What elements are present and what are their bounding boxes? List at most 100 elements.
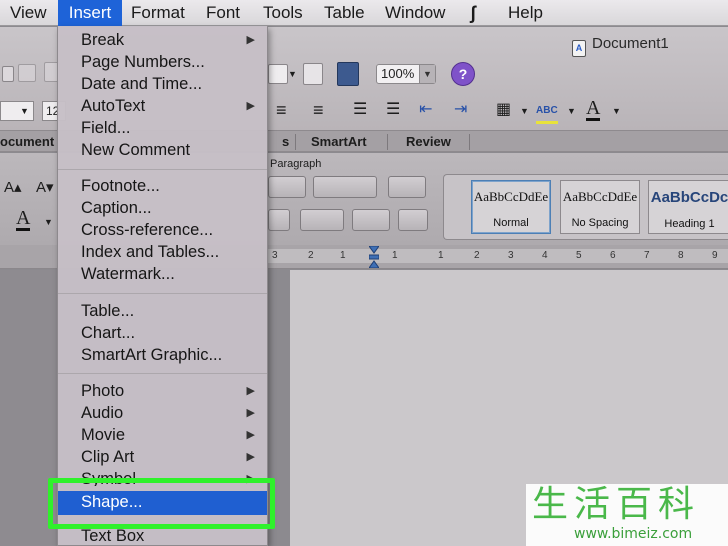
menu-item-cross-reference[interactable]: Cross-reference...	[58, 219, 267, 241]
decrease-indent-icon[interactable]: ⇤	[419, 100, 432, 120]
menu-format[interactable]: Format	[125, 0, 191, 26]
ribbon-font-color-icon[interactable]: A	[16, 208, 31, 231]
chevron-down-icon[interactable]: ▼	[288, 64, 297, 84]
styles-gallery: AaBbCcDdEe Normal AaBbCcDdEe No Spacing …	[443, 174, 728, 240]
new-document-icon[interactable]	[2, 66, 14, 82]
menu-item-movie[interactable]: Movie ▶	[58, 424, 267, 446]
zoom-value: 100%	[381, 66, 415, 81]
media-browser-icon[interactable]	[337, 62, 359, 86]
menu-item-caption[interactable]: Caption...	[58, 197, 267, 219]
submenu-arrow-icon: ▶	[246, 100, 255, 112]
menu-item-label: Photo	[81, 382, 125, 400]
ruler-number: 5	[576, 250, 582, 261]
menu-bar: View Insert Format Font Tools Table Wind…	[0, 0, 728, 26]
menu-item-break[interactable]: Break ▶	[58, 29, 267, 51]
borders-icon[interactable]: ▦	[496, 100, 511, 120]
menu-item-label: Watermark...	[81, 265, 175, 283]
borders-button[interactable]	[352, 209, 390, 231]
menu-item-footnote[interactable]: Footnote...	[58, 175, 267, 197]
sort-button[interactable]	[398, 209, 428, 231]
menu-item-label: Clip Art	[81, 448, 135, 466]
menu-item-autotext[interactable]: AutoText ▶	[58, 95, 267, 117]
numbered-list-icon[interactable]: ☰	[353, 100, 367, 120]
ruler-number: 6	[610, 250, 616, 261]
menu-item-field[interactable]: Field...	[58, 117, 267, 139]
indent-marker-icon[interactable]	[369, 246, 379, 268]
menu-item-label: Chart...	[81, 324, 136, 342]
menu-separator	[58, 293, 267, 294]
bulleted-list-icon[interactable]: ☰	[386, 100, 400, 120]
menu-item-index-tables[interactable]: Index and Tables...	[58, 241, 267, 263]
submenu-arrow-icon: ▶	[246, 451, 255, 463]
menu-separator	[58, 373, 267, 374]
menu-item-photo[interactable]: Photo ▶	[58, 380, 267, 402]
copy-icon[interactable]	[18, 64, 36, 82]
style-dropdown[interactable]	[268, 64, 288, 84]
ruler-number: 3	[272, 250, 278, 261]
menu-item-clip-art[interactable]: Clip Art ▶	[58, 446, 267, 468]
menu-item-label: Index and Tables...	[81, 243, 220, 261]
menu-table[interactable]: Table	[318, 0, 371, 26]
submenu-arrow-icon: ▶	[246, 407, 255, 419]
ruler-number: 4	[542, 250, 548, 261]
chevron-down-icon[interactable]: ▼	[520, 101, 529, 121]
menu-item-label: Audio	[81, 404, 124, 422]
increase-indent-icon[interactable]: ⇥	[454, 100, 467, 120]
ruler-number: 2	[474, 250, 480, 261]
zoom-select[interactable]: 100% ▼	[376, 64, 436, 84]
style-heading-1[interactable]: AaBbCcDc Heading 1	[648, 180, 728, 234]
chevron-down-icon[interactable]: ▼	[44, 212, 53, 232]
menu-item-label: AutoText	[81, 97, 146, 115]
menu-view[interactable]: View	[4, 0, 53, 26]
chevron-down-icon[interactable]: ▼	[612, 101, 621, 121]
menu-item-new-comment[interactable]: New Comment	[58, 139, 267, 161]
ruler-number: 1	[392, 250, 398, 261]
script-menu-icon[interactable]: ʃ	[464, 0, 482, 26]
menu-window[interactable]: Window	[379, 0, 451, 26]
help-icon[interactable]: ?	[451, 62, 475, 86]
ruler-number: 7	[644, 250, 650, 261]
columns-button[interactable]	[388, 176, 426, 198]
highlight-icon[interactable]: ABC	[536, 101, 558, 124]
shrink-font-icon[interactable]: A▾	[36, 178, 54, 198]
chevron-down-icon[interactable]: ▼	[20, 101, 29, 121]
tab-separator	[295, 134, 296, 150]
menu-separator	[58, 169, 267, 170]
justify-icon[interactable]: ≡	[313, 100, 324, 120]
window-title: A Document1	[572, 33, 669, 57]
tab-smartart[interactable]: SmartArt	[311, 131, 367, 153]
menu-insert[interactable]: Insert	[58, 0, 122, 26]
ruler-number: 2	[308, 250, 314, 261]
menu-item-table[interactable]: Table...	[58, 300, 267, 322]
menu-item-date-time[interactable]: Date and Time...	[58, 73, 267, 95]
chevron-down-icon[interactable]: ▼	[419, 65, 435, 83]
submenu-arrow-icon: ▶	[246, 429, 255, 441]
grow-font-icon[interactable]: A▴	[4, 178, 22, 198]
justify-button[interactable]	[268, 209, 290, 231]
font-color-icon[interactable]: A	[586, 98, 601, 121]
style-normal[interactable]: AaBbCcDdEe Normal	[471, 180, 551, 234]
indent-buttons[interactable]	[313, 176, 377, 198]
chevron-down-icon[interactable]: ▼	[567, 101, 576, 121]
menu-item-label: Date and Time...	[81, 75, 203, 93]
menu-item-chart[interactable]: Chart...	[58, 322, 267, 344]
tab-document-elements[interactable]: ocument	[0, 131, 54, 153]
align-right-icon[interactable]: ≡	[276, 100, 287, 120]
menu-item-label: SmartArt Graphic...	[81, 346, 223, 364]
line-spacing-button[interactable]	[300, 209, 344, 231]
menu-tools[interactable]: Tools	[257, 0, 309, 26]
table-grid-icon[interactable]	[303, 63, 323, 85]
ruler-number: 3	[508, 250, 514, 261]
menu-item-page-numbers[interactable]: Page Numbers...	[58, 51, 267, 73]
style-no-spacing[interactable]: AaBbCcDdEe No Spacing	[560, 180, 640, 234]
menu-help[interactable]: Help	[502, 0, 549, 26]
multilevel-list-button[interactable]	[268, 176, 306, 198]
menu-item-smartart[interactable]: SmartArt Graphic...	[58, 344, 267, 366]
style-sample: AaBbCcDdEe	[473, 189, 549, 204]
menu-item-label: Table...	[81, 302, 135, 320]
menu-item-audio[interactable]: Audio ▶	[58, 402, 267, 424]
menu-font[interactable]: Font	[200, 0, 246, 26]
tab-review[interactable]: Review	[406, 131, 451, 153]
menu-item-watermark[interactable]: Watermark...	[58, 263, 267, 285]
tab-charts[interactable]: s	[282, 131, 289, 153]
